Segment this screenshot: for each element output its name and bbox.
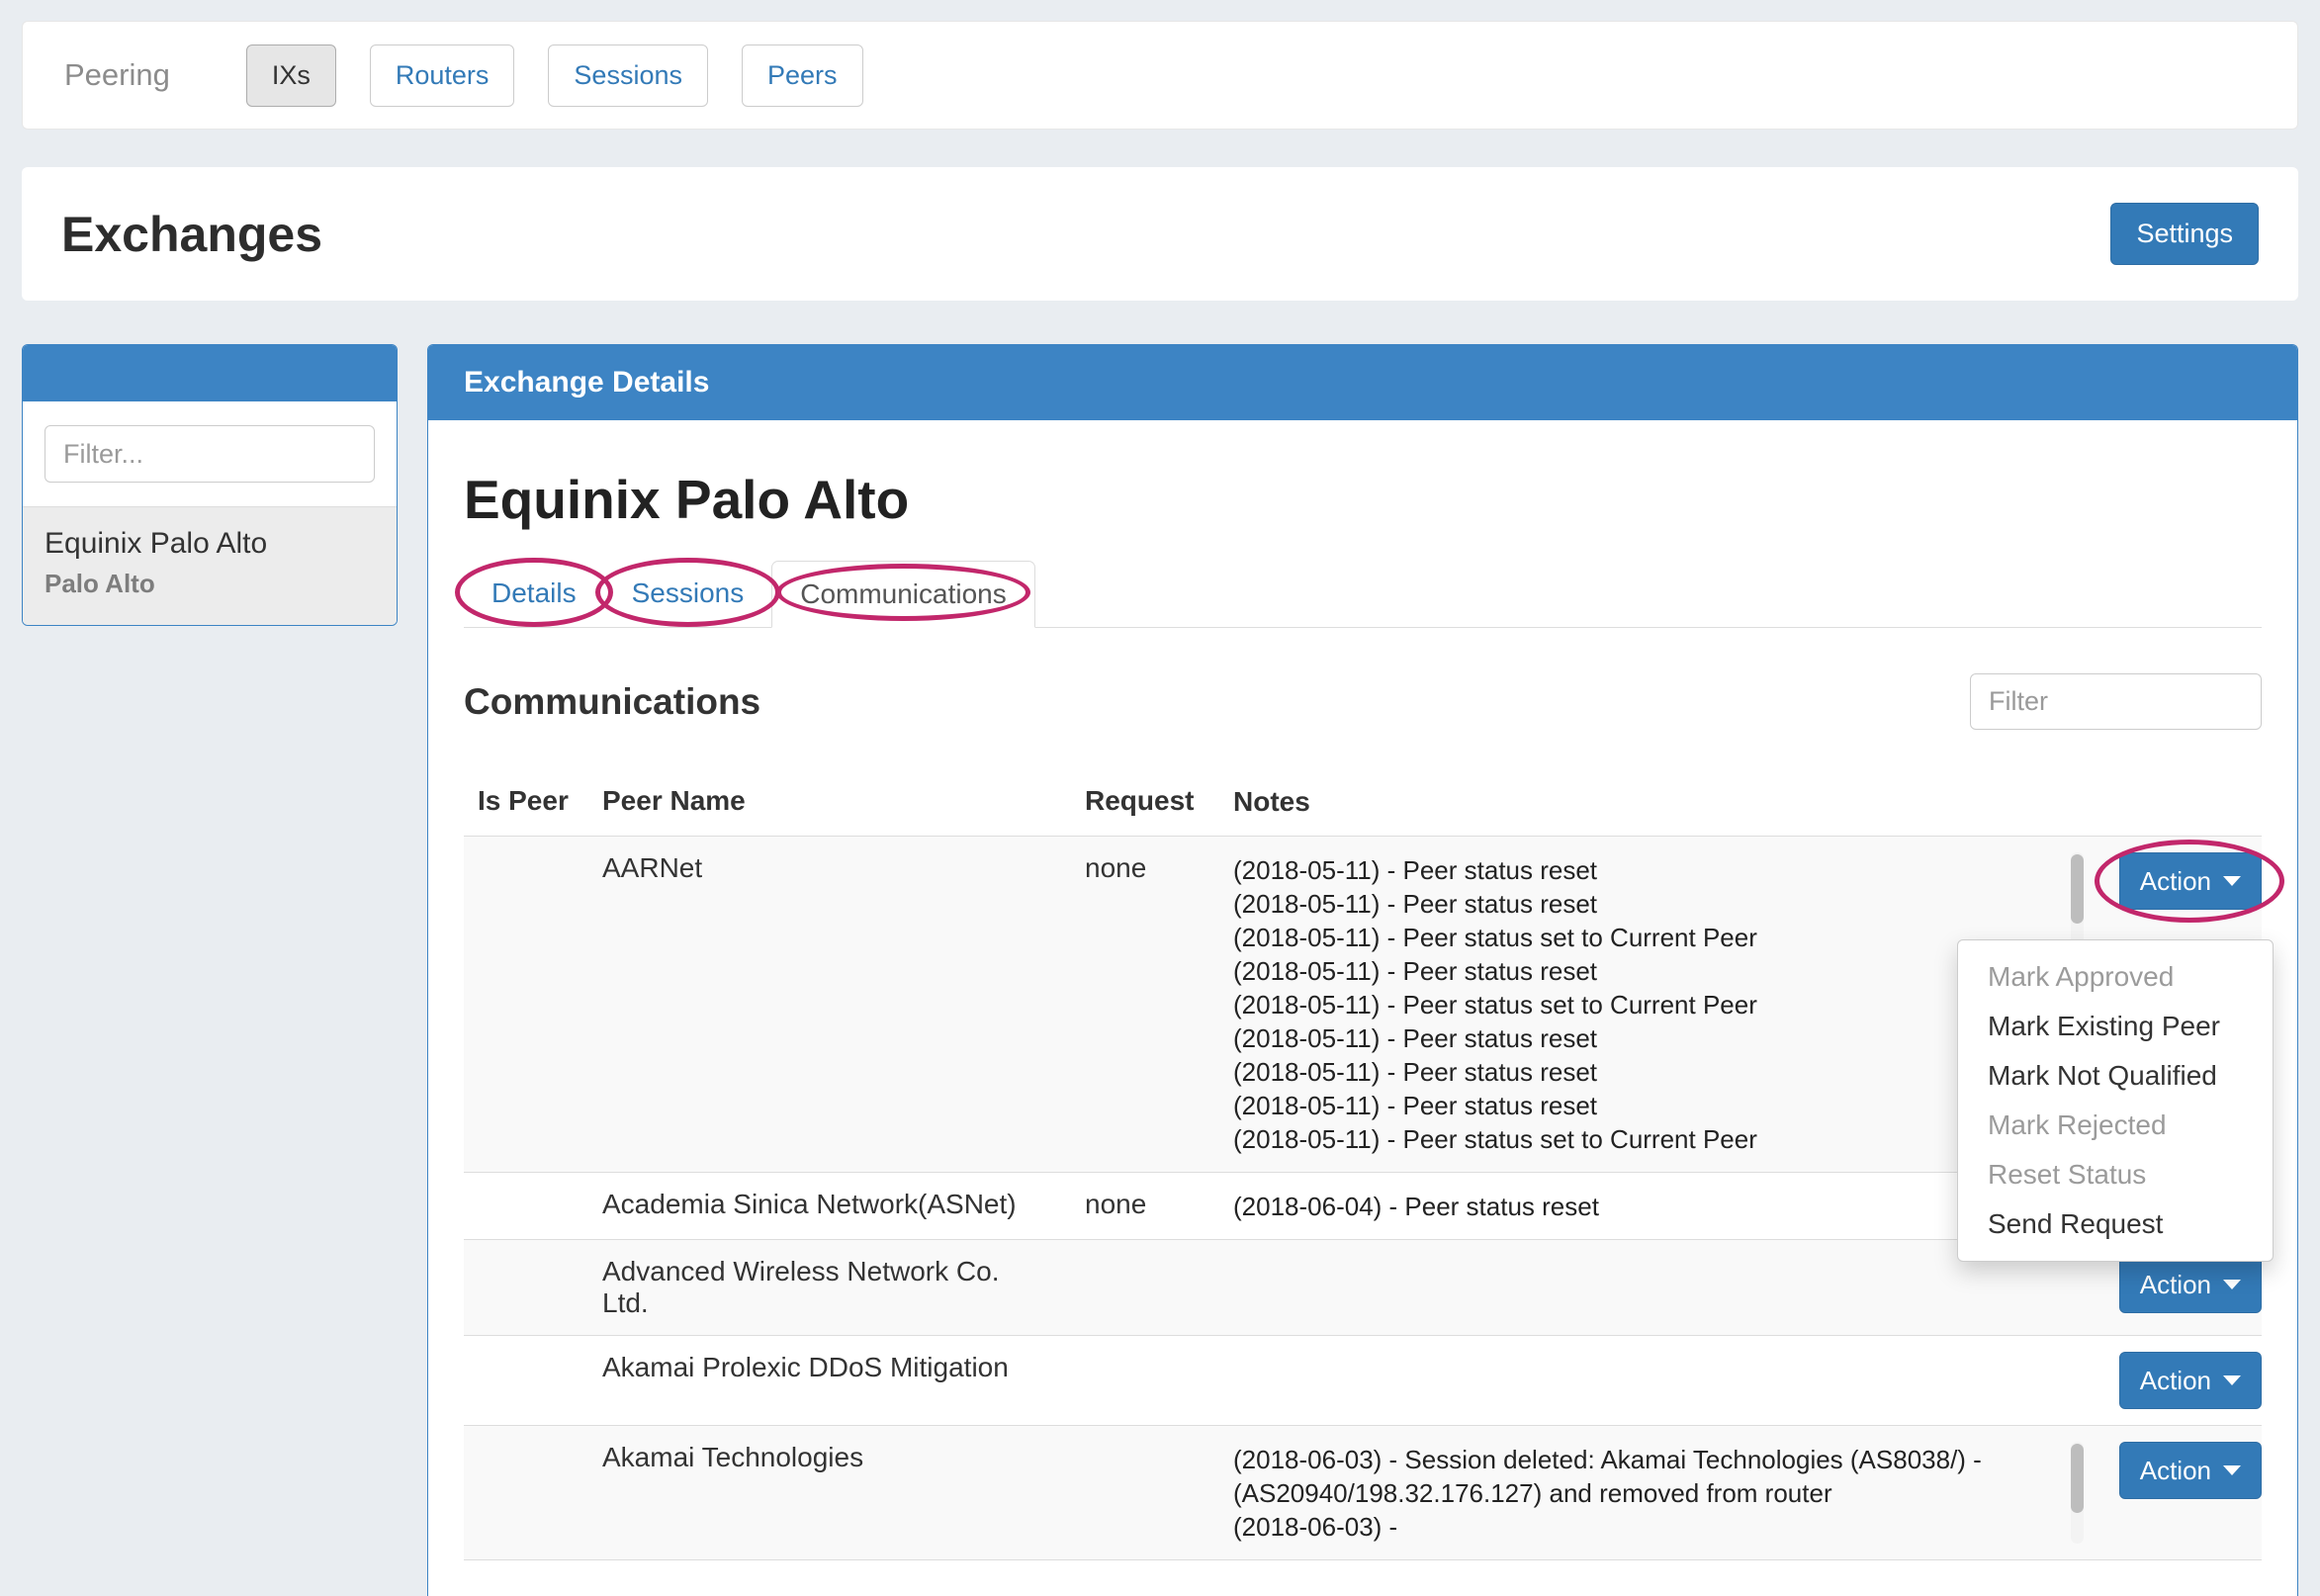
page-header: Exchanges Settings [22, 167, 2298, 301]
table-row: AARNet none (2018-05-11) - Peer status r… [464, 837, 2262, 1173]
note-line: (2018-05-11) - Peer status reset [1233, 1089, 2066, 1122]
notes-cell: (2018-05-11) - Peer status reset (2018-0… [1233, 852, 2066, 1156]
menu-item-mark-rejected[interactable]: Mark Rejected [1958, 1101, 2273, 1150]
caret-down-icon [2223, 876, 2241, 886]
notes-scrollbar[interactable] [2071, 1442, 2084, 1544]
action-button[interactable]: Action [2119, 1442, 2262, 1499]
action-button-label: Action [2140, 866, 2211, 897]
menu-item-send-request[interactable]: Send Request [1958, 1199, 2273, 1249]
panel-title: Exchange Details [428, 345, 2297, 420]
exchange-name: Equinix Palo Alto [45, 527, 375, 561]
note-line: (2018-06-03) - [1233, 1510, 2066, 1544]
exchange-title: Equinix Palo Alto [464, 468, 2262, 531]
note-line: (AS20940/198.32.176.127) and removed fro… [1233, 1476, 2066, 1510]
note-line: (2018-05-11) - Peer status reset [1233, 1021, 2066, 1055]
note-line: (2018-05-11) - Peer status set to Curren… [1233, 988, 2066, 1021]
nav-button-peers[interactable]: Peers [742, 44, 863, 107]
table-row: Akamai Technologies (2018-06-03) - Sessi… [464, 1426, 2262, 1560]
notes-cell: (2018-06-03) - Session deleted: Akamai T… [1233, 1442, 2066, 1544]
action-button-label: Action [2140, 1456, 2211, 1486]
note-line: (2018-05-11) - Peer status reset [1233, 887, 2066, 921]
peer-name-cell: Academia Sinica Network(ASNet) [602, 1189, 1085, 1220]
header-notes: Notes [1233, 785, 2066, 818]
communications-section-header: Communications [464, 673, 2262, 730]
tab-details[interactable]: Details [464, 561, 604, 628]
notes-cell [1233, 1352, 2066, 1353]
note-line: (2018-05-11) - Peer status set to Curren… [1233, 1122, 2066, 1156]
table-header-row: Is Peer Peer Name Request Notes [464, 785, 2262, 837]
note-line: (2018-05-11) - Peer status set to Curren… [1233, 921, 2066, 954]
action-dropdown-menu: Mark Approved Mark Existing Peer Mark No… [1957, 939, 2274, 1262]
tab-communications[interactable]: Communications [771, 561, 1035, 628]
menu-item-mark-existing-peer[interactable]: Mark Existing Peer [1958, 1002, 2273, 1051]
action-button[interactable]: Action [2119, 852, 2262, 910]
header-is-peer: Is Peer [464, 785, 602, 817]
menu-item-reset-status[interactable]: Reset Status [1958, 1150, 2273, 1199]
peer-name-cell: AARNet [602, 852, 1085, 884]
list-item-equinix-palo-alto[interactable]: Equinix Palo Alto Palo Alto [23, 506, 397, 625]
header-peer-name: Peer Name [602, 785, 1085, 817]
peer-name-cell: Akamai Prolexic DDoS Mitigation [602, 1352, 1085, 1383]
note-line: (2018-06-03) - Session deleted: Akamai T… [1233, 1443, 2066, 1476]
caret-down-icon [2223, 1280, 2241, 1289]
exchange-list-panel-header [23, 345, 397, 401]
menu-item-mark-approved[interactable]: Mark Approved [1958, 952, 2273, 1002]
communications-filter-input[interactable] [1970, 673, 2262, 730]
top-navbar: Peering IXs Routers Sessions Peers [22, 21, 2298, 130]
exchange-filter-input[interactable] [45, 425, 375, 483]
tab-details-label[interactable]: Details [464, 561, 604, 626]
menu-item-mark-not-qualified[interactable]: Mark Not Qualified [1958, 1051, 2273, 1101]
page-title: Exchanges [61, 206, 322, 263]
detail-tabs: Details Sessions Communications [464, 561, 2262, 628]
request-cell: none [1085, 1189, 1233, 1220]
note-line: (2018-06-04) - Peer status reset [1233, 1190, 2066, 1223]
scrollbar-thumb[interactable] [2071, 854, 2084, 924]
action-button[interactable]: Action [2119, 1352, 2262, 1409]
communications-table: Is Peer Peer Name Request Notes AARNet n… [464, 785, 2262, 1560]
tab-sessions-label[interactable]: Sessions [604, 561, 772, 626]
caret-down-icon [2223, 1375, 2241, 1385]
action-button[interactable]: Action [2119, 1256, 2262, 1313]
caret-down-icon [2223, 1465, 2241, 1475]
panel-body: Equinix Palo Alto Details Sessions Commu… [428, 420, 2297, 1596]
notes-cell: (2018-06-04) - Peer status reset [1233, 1189, 2066, 1223]
content-area: Equinix Palo Alto Palo Alto Exchange Det… [22, 344, 2298, 1596]
exchange-list-panel: Equinix Palo Alto Palo Alto [22, 344, 398, 626]
exchange-details-panel: Exchange Details Equinix Palo Alto Detai… [427, 344, 2298, 1596]
tab-sessions[interactable]: Sessions [604, 561, 772, 628]
notes-cell [1233, 1256, 2066, 1257]
nav-button-sessions[interactable]: Sessions [548, 44, 708, 107]
note-line: (2018-05-11) - Peer status reset [1233, 853, 2066, 887]
action-button-label: Action [2140, 1270, 2211, 1300]
request-cell: none [1085, 852, 1233, 884]
note-line: (2018-05-11) - Peer status reset [1233, 1055, 2066, 1089]
action-button-label: Action [2140, 1366, 2211, 1396]
communications-heading: Communications [464, 681, 760, 723]
exchange-location: Palo Alto [45, 569, 375, 599]
peer-name-cell: Akamai Technologies [602, 1442, 1085, 1473]
header-request: Request [1085, 785, 1233, 817]
peer-name-cell: Advanced Wireless Network Co. Ltd. [602, 1256, 1085, 1319]
exchange-list-filter-area [23, 401, 397, 506]
scrollbar-thumb[interactable] [2071, 1444, 2084, 1513]
table-row: Akamai Prolexic DDoS Mitigation Action [464, 1336, 2262, 1426]
nav-button-routers[interactable]: Routers [370, 44, 515, 107]
brand-peering: Peering [43, 57, 192, 93]
settings-button[interactable]: Settings [2110, 203, 2259, 265]
tab-communications-label[interactable]: Communications [771, 561, 1035, 628]
nav-button-ixs[interactable]: IXs [246, 44, 336, 107]
note-line: (2018-05-11) - Peer status reset [1233, 954, 2066, 988]
